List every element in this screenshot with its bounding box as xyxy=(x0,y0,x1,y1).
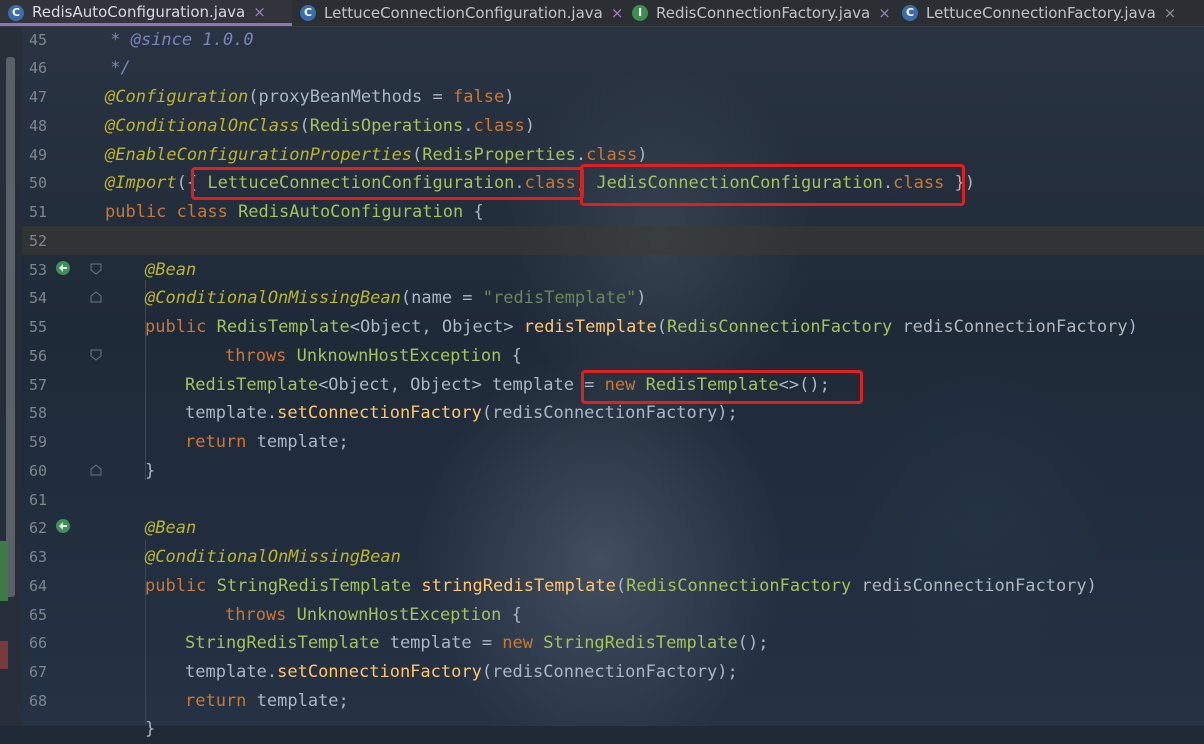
tab-label: LettuceConnectionFactory.java xyxy=(926,4,1156,22)
line-number: 58 xyxy=(28,404,47,422)
code-line-64: public StringRedisTemplate stringRedisTe… xyxy=(145,576,1097,596)
class-icon: C xyxy=(8,5,24,21)
line-number: 54 xyxy=(28,289,47,307)
line-number: 49 xyxy=(28,146,47,164)
line-number: 62 xyxy=(28,519,47,537)
code-line-60: } xyxy=(145,461,156,481)
line-number: 52 xyxy=(28,232,47,250)
code-line-48: @ConditionalOnClass(RedisOperations.clas… xyxy=(105,116,535,136)
code-line-53: @Bean xyxy=(145,260,197,280)
code-line-57: RedisTemplate<Object, Object> template =… xyxy=(185,375,830,395)
line-number: 60 xyxy=(28,462,47,480)
line-number: 63 xyxy=(28,548,47,566)
code-line-55: public RedisTemplate<Object, Object> red… xyxy=(145,317,1138,337)
interface-icon: I xyxy=(632,5,648,21)
code-line-47: @Configuration(proxyBeanMethods = false) xyxy=(105,87,515,107)
code-line-59: return template; xyxy=(185,432,349,452)
line-number: 51 xyxy=(28,203,47,221)
tab-redis-connection-factory[interactable]: I RedisConnectionFactory.java × xyxy=(624,0,894,26)
code-line-58: template.setConnectionFactory(redisConne… xyxy=(185,403,738,423)
left-tool-strip xyxy=(0,27,22,726)
code-line-62: @Bean xyxy=(145,518,197,538)
code-line-54: @ConditionalOnMissingBean(name = "redisT… xyxy=(145,288,647,308)
editor-tab-bar: C RedisAutoConfiguration.java × C Lettuc… xyxy=(0,0,1204,27)
close-tab-icon[interactable]: × xyxy=(1164,4,1177,22)
tab-label: RedisAutoConfiguration.java xyxy=(32,2,246,21)
class-icon: C xyxy=(300,5,316,21)
code-line-66: StringRedisTemplate template = new Strin… xyxy=(185,633,769,653)
line-number: 67 xyxy=(28,663,47,681)
line-number: 66 xyxy=(28,634,47,652)
code-editor[interactable]: * @since 1.0.0 */ @Configuration(proxyBe… xyxy=(100,27,1204,739)
code-line-68: return template; xyxy=(185,691,349,711)
tab-lettuce-connection-configuration[interactable]: C LettuceConnectionConfiguration.java × xyxy=(292,0,624,26)
code-line-65: throws UnknownHostException { xyxy=(225,605,522,625)
close-tab-icon[interactable]: × xyxy=(253,3,266,21)
line-number: 55 xyxy=(28,318,47,336)
code-line-63: @ConditionalOnMissingBean xyxy=(145,547,401,567)
line-number: 45 xyxy=(28,31,47,49)
line-number: 68 xyxy=(28,692,47,710)
line-number: 50 xyxy=(28,174,47,192)
code-line-49: @EnableConfigurationProperties(RedisProp… xyxy=(105,145,648,165)
code-line-67: template.setConnectionFactory(redisConne… xyxy=(185,662,738,682)
bean-navigate-icon[interactable] xyxy=(54,259,72,277)
line-number: 65 xyxy=(28,606,47,624)
change-marker xyxy=(0,641,8,669)
line-number: 46 xyxy=(28,59,47,77)
code-line-45: * @since 1.0.0 xyxy=(100,30,254,50)
tab-lettuce-connection-factory[interactable]: C LettuceConnectionFactory.java × xyxy=(894,0,1194,26)
line-number: 57 xyxy=(28,376,47,394)
code-line-69: } xyxy=(145,719,156,739)
line-number: 56 xyxy=(28,347,47,365)
line-number-gutter: 45 46 47 48 49 50 51 52 53 54 55 56 57 5… xyxy=(22,27,102,726)
tab-label: RedisConnectionFactory.java xyxy=(656,4,871,22)
line-number: 48 xyxy=(28,117,47,135)
close-tab-icon[interactable]: × xyxy=(878,4,891,22)
line-number: 61 xyxy=(28,491,47,509)
bean-navigate-icon[interactable] xyxy=(54,517,72,535)
code-line-46: */ xyxy=(100,58,131,78)
tab-label: LettuceConnectionConfiguration.java xyxy=(324,4,603,22)
tab-redis-auto-configuration[interactable]: C RedisAutoConfiguration.java × xyxy=(0,0,292,26)
class-icon: C xyxy=(902,5,918,21)
line-number: 53 xyxy=(28,261,47,279)
code-line-56: throws UnknownHostException { xyxy=(225,346,522,366)
code-line-51: public class RedisAutoConfiguration { xyxy=(105,202,484,222)
close-tab-icon[interactable]: × xyxy=(611,4,624,22)
change-marker xyxy=(0,541,8,601)
left-scroll-marker[interactable] xyxy=(6,57,15,597)
line-number: 59 xyxy=(28,433,47,451)
line-number: 47 xyxy=(28,88,47,106)
line-number: 64 xyxy=(28,577,47,595)
code-line-50: @Import({ LettuceConnectionConfiguration… xyxy=(105,173,976,193)
